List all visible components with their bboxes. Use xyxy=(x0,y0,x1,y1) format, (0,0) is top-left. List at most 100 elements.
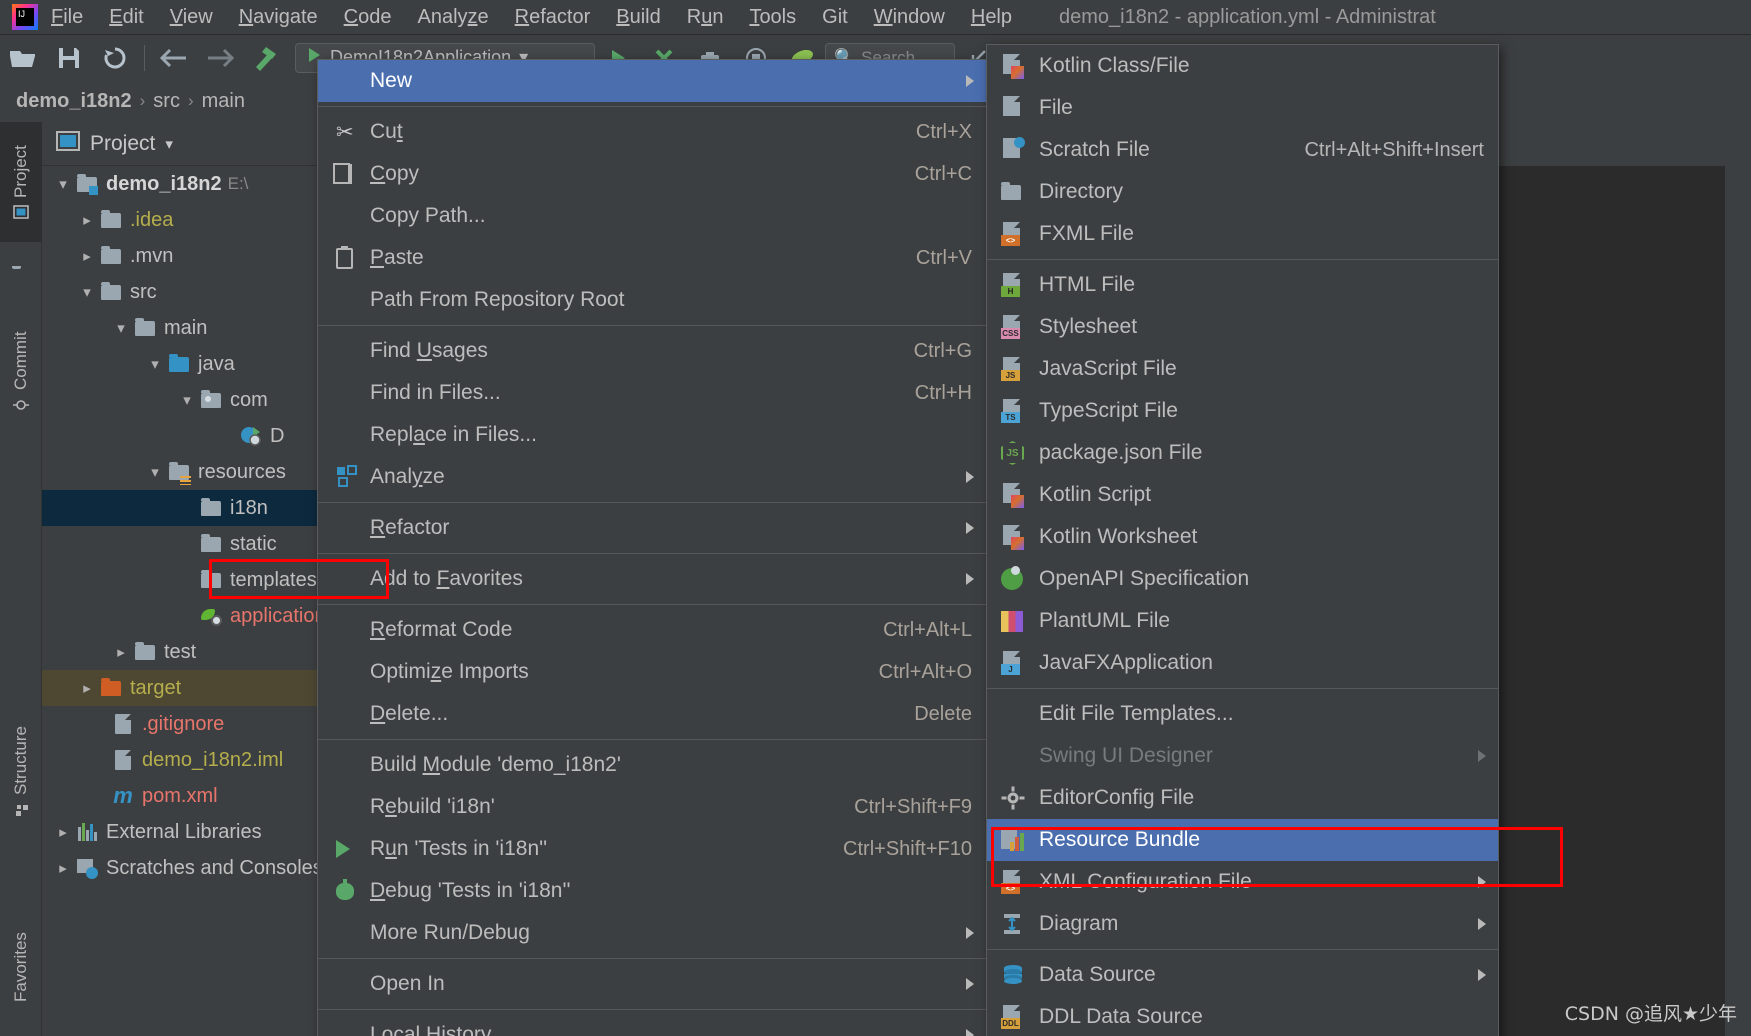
build-hammer-icon[interactable] xyxy=(243,35,289,81)
menu-run[interactable]: Run xyxy=(674,0,737,34)
context-menu-item-cut[interactable]: ✂ Cut Ctrl+X xyxy=(318,111,986,153)
context-menu-item-build-module[interactable]: Build Module 'demo_i18n2' xyxy=(318,744,986,786)
chevron-down-icon[interactable]: ▾ xyxy=(144,355,166,373)
submenu-item-plantuml-file[interactable]: PlantUML File xyxy=(987,600,1498,642)
chevron-right-icon[interactable]: ▸ xyxy=(76,679,98,697)
sidebar-item-folder[interactable] xyxy=(0,246,42,286)
tree-node-gitignore[interactable]: .gitignore xyxy=(42,706,354,742)
tree-node-i18n[interactable]: i18n xyxy=(42,490,354,526)
context-menu-item-copy[interactable]: Copy Ctrl+C xyxy=(318,153,986,195)
breadcrumb-item-2[interactable]: main xyxy=(202,90,245,113)
submenu-item-fxml-file[interactable]: <> FXML File xyxy=(987,213,1498,255)
menu-build[interactable]: Build xyxy=(603,0,673,34)
context-menu-item-paste[interactable]: Paste Ctrl+V xyxy=(318,237,986,279)
submenu-item-kotlin-script[interactable]: Kotlin Script xyxy=(987,474,1498,516)
tree-node-scratches[interactable]: ▸ Scratches and Consoles xyxy=(42,850,354,886)
submenu-item-diagram[interactable]: Diagram xyxy=(987,903,1498,945)
chevron-down-icon[interactable]: ▾ xyxy=(144,463,166,481)
menu-code[interactable]: Code xyxy=(331,0,405,34)
submenu-item-html-file[interactable]: H HTML File xyxy=(987,264,1498,306)
chevron-down-icon[interactable]: ▾ xyxy=(110,319,132,337)
tree-node-mvn[interactable]: ▸ .mvn xyxy=(42,238,354,274)
menu-refactor[interactable]: Refactor xyxy=(502,0,604,34)
tree-node-main[interactable]: ▾ main xyxy=(42,310,354,346)
sidebar-item-project[interactable]: Project xyxy=(0,122,42,242)
context-menu-item-reformat-code[interactable]: Reformat Code Ctrl+Alt+L xyxy=(318,609,986,651)
new-submenu[interactable]: Kotlin Class/File File Scratch File Ctrl… xyxy=(986,44,1499,1036)
tree-node-spring-class[interactable]: D xyxy=(42,418,354,454)
chevron-right-icon[interactable]: ▸ xyxy=(76,247,98,265)
submenu-item-directory[interactable]: Directory xyxy=(987,171,1498,213)
breadcrumb-item-1[interactable]: src xyxy=(153,90,180,113)
save-icon[interactable] xyxy=(46,35,92,81)
context-menu-item-path-from-repo-root[interactable]: Path From Repository Root xyxy=(318,279,986,321)
menu-tools[interactable]: Tools xyxy=(736,0,809,34)
submenu-item-stylesheet[interactable]: CSS Stylesheet xyxy=(987,306,1498,348)
tree-node-external-libraries[interactable]: ▸ External Libraries xyxy=(42,814,354,850)
context-menu-item-run-tests[interactable]: Run 'Tests in 'i18n'' Ctrl+Shift+F10 xyxy=(318,828,986,870)
submenu-item-kotlin-class-file[interactable]: Kotlin Class/File xyxy=(987,45,1498,87)
submenu-item-ddl-data-source[interactable]: DDL DDL Data Source xyxy=(987,996,1498,1036)
chevron-right-icon[interactable]: ▸ xyxy=(110,643,132,661)
tree-node-pom-xml[interactable]: m pom.xml xyxy=(42,778,354,814)
tree-node-src[interactable]: ▾ src xyxy=(42,274,354,310)
submenu-item-edit-file-templates[interactable]: Edit File Templates... xyxy=(987,693,1498,735)
context-menu-item-optimize-imports[interactable]: Optimize Imports Ctrl+Alt+O xyxy=(318,651,986,693)
menu-analyze[interactable]: Analyze xyxy=(404,0,501,34)
context-menu-item-local-history[interactable]: Local History xyxy=(318,1014,986,1036)
context-menu-item-rebuild[interactable]: Rebuild 'i18n' Ctrl+Shift+F9 xyxy=(318,786,986,828)
chevron-right-icon[interactable]: ▸ xyxy=(76,211,98,229)
context-menu-item-copy-path[interactable]: Copy Path... xyxy=(318,195,986,237)
chevron-right-icon[interactable]: ▸ xyxy=(52,859,74,877)
tree-node-com[interactable]: ▾ com xyxy=(42,382,354,418)
chevron-down-icon[interactable]: ▾ xyxy=(76,283,98,301)
sidebar-item-commit[interactable]: Commit xyxy=(0,292,42,452)
sidebar-item-structure[interactable]: Structure xyxy=(0,682,42,862)
menu-file[interactable]: File xyxy=(38,0,96,34)
context-menu-item-new[interactable]: New xyxy=(318,60,986,102)
project-tree[interactable]: ▾ demo_i18n2 E:\ ▸ .idea ▸ .mvn ▾ src ▾ … xyxy=(42,166,354,1036)
menu-window[interactable]: Window xyxy=(861,0,958,34)
submenu-item-openapi-specification[interactable]: OpenAPI Specification xyxy=(987,558,1498,600)
context-menu-item-replace-in-files[interactable]: Replace in Files... xyxy=(318,414,986,456)
tree-node-iml[interactable]: demo_i18n2.iml xyxy=(42,742,354,778)
open-folder-icon[interactable] xyxy=(0,35,46,81)
submenu-item-package-json-file[interactable]: JS package.json File xyxy=(987,432,1498,474)
tree-node-java[interactable]: ▾ java xyxy=(42,346,354,382)
tree-node-resources[interactable]: ▾ resources xyxy=(42,454,354,490)
tree-node-demo-i18n2[interactable]: ▾ demo_i18n2 E:\ xyxy=(42,166,354,202)
context-menu-item-delete[interactable]: Delete... Delete xyxy=(318,693,986,735)
chevron-down-icon[interactable]: ▾ xyxy=(165,135,173,153)
context-menu-item-debug-tests[interactable]: Debug 'Tests in 'i18n'' xyxy=(318,870,986,912)
tree-node-test[interactable]: ▸ test xyxy=(42,634,354,670)
submenu-item-typescript-file[interactable]: TS TypeScript File xyxy=(987,390,1498,432)
breadcrumb-item-0[interactable]: demo_i18n2 xyxy=(16,90,132,113)
menu-navigate[interactable]: Navigate xyxy=(226,0,331,34)
submenu-item-data-source[interactable]: Data Source xyxy=(987,954,1498,996)
context-menu-item-more-run-debug[interactable]: More Run/Debug xyxy=(318,912,986,954)
menu-help[interactable]: Help xyxy=(958,0,1025,34)
menu-edit[interactable]: Edit xyxy=(96,0,156,34)
context-menu[interactable]: New ✂ Cut Ctrl+X Copy Ctrl+C Copy Path..… xyxy=(317,59,987,1036)
submenu-item-resource-bundle[interactable]: Resource Bundle xyxy=(987,819,1498,861)
submenu-item-javascript-file[interactable]: JS JavaScript File xyxy=(987,348,1498,390)
chevron-down-icon[interactable]: ▾ xyxy=(52,175,74,193)
context-menu-item-find-usages[interactable]: Find Usages Ctrl+G xyxy=(318,330,986,372)
menu-git[interactable]: Git xyxy=(809,0,861,34)
back-arrow-icon[interactable] xyxy=(151,35,197,81)
submenu-item-file[interactable]: File xyxy=(987,87,1498,129)
tree-node-target[interactable]: ▸ target xyxy=(42,670,354,706)
chevron-right-icon[interactable]: ▸ xyxy=(52,823,74,841)
context-menu-item-refactor[interactable]: Refactor xyxy=(318,507,986,549)
chevron-down-icon[interactable]: ▾ xyxy=(176,391,198,409)
submenu-item-javafx-application[interactable]: J JavaFXApplication xyxy=(987,642,1498,684)
tree-node-static[interactable]: static xyxy=(42,526,354,562)
context-menu-item-add-to-favorites[interactable]: Add to Favorites xyxy=(318,558,986,600)
tree-node-templates[interactable]: templates xyxy=(42,562,354,598)
tree-node-idea[interactable]: ▸ .idea xyxy=(42,202,354,238)
submenu-item-scratch-file[interactable]: Scratch File Ctrl+Alt+Shift+Insert xyxy=(987,129,1498,171)
forward-arrow-icon[interactable] xyxy=(197,35,243,81)
tree-node-application-yml[interactable]: application.yml xyxy=(42,598,354,634)
submenu-item-xml-configuration-file[interactable]: <> XML Configuration File xyxy=(987,861,1498,903)
context-menu-item-analyze[interactable]: Analyze xyxy=(318,456,986,498)
